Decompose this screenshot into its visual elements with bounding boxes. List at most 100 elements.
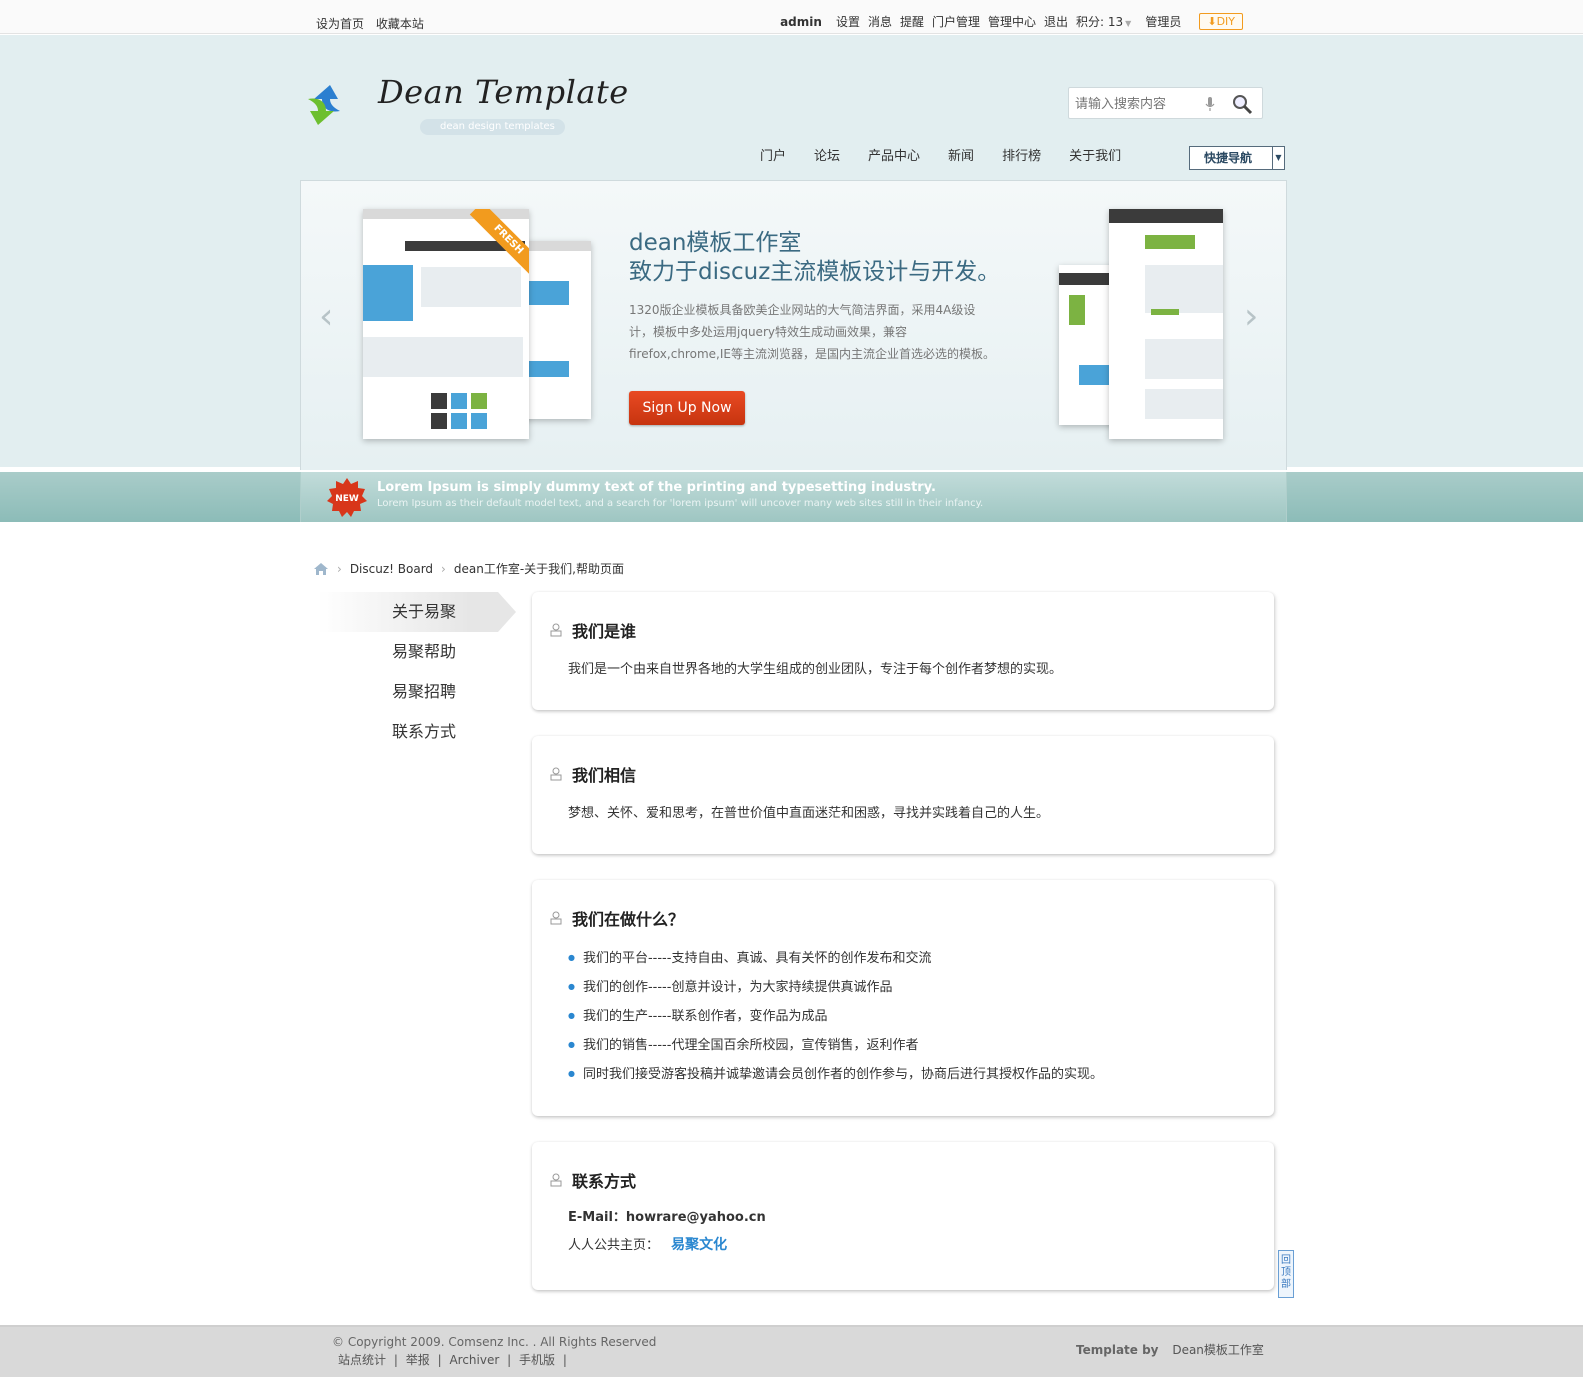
footer-separator: |: [437, 1353, 442, 1367]
search-input[interactable]: [1075, 94, 1195, 114]
section-text: 梦想、关怀、爱和思考，在普世价值中直面迷茫和困惑，寻找并实践着自己的人生。: [568, 806, 1050, 821]
quick-nav-button[interactable]: 快捷导航 ▼: [1189, 146, 1285, 170]
section-header: 我们是谁: [550, 618, 636, 642]
home-icon[interactable]: [313, 562, 329, 576]
footer-credit: Template by Dean模板工作室: [1076, 1341, 1264, 1358]
nav-portal[interactable]: 门户: [760, 145, 786, 164]
slide-title-line1: dean模板工作室: [629, 230, 802, 256]
bookmark-link[interactable]: 收藏本站: [376, 17, 424, 31]
footer-separator: |: [507, 1353, 512, 1367]
top-bar-left: 设为首页 收藏本站: [316, 15, 432, 32]
hero-slider: ‹ › FRESH dean模板工作室 致力于discuz主流模板设计与开发。 …: [300, 180, 1287, 470]
menu-item-help[interactable]: 易聚帮助: [318, 632, 498, 672]
nav-forum[interactable]: 论坛: [814, 145, 840, 164]
sign-up-button[interactable]: Sign Up Now: [629, 391, 745, 425]
breadcrumb-board-link[interactable]: Discuz! Board: [350, 562, 433, 576]
doing-list: 我们的平台-----支持自由、真诚、具有关怀的创作发布和交流 我们的创作----…: [568, 944, 1103, 1089]
logo-subtitle: dean design templates: [420, 119, 565, 135]
slide-description: 1320版企业模板具备欧美企业网站的大气简洁界面，采用4A级设计，模板中多处运用…: [629, 303, 995, 361]
username-link[interactable]: admin: [780, 15, 822, 29]
menu-item-about[interactable]: 关于易聚: [318, 592, 516, 632]
user-icon: [550, 767, 562, 781]
footer-link-report[interactable]: 举报: [406, 1353, 430, 1367]
footer-separator: |: [562, 1353, 567, 1367]
section-title: 我们相信: [572, 766, 637, 785]
messages-link[interactable]: 消息: [868, 13, 892, 30]
settings-link[interactable]: 设置: [836, 13, 860, 30]
logo-arrows-icon[interactable]: [300, 81, 348, 129]
user-group-link[interactable]: 管理员: [1145, 13, 1181, 30]
news-headline[interactable]: Lorem Ipsum is simply dummy text of the …: [377, 480, 936, 495]
logo-text[interactable]: Dean Template: [378, 73, 629, 111]
slide-title: dean模板工作室 致力于discuz主流模板设计与开发。: [629, 229, 1000, 287]
top-bar: 设为首页 收藏本站 admin 设置 消息 提醒 门户管理 管理中心 退出 积分…: [0, 0, 1583, 34]
footer-separator: |: [393, 1353, 398, 1367]
section-header: 我们相信: [550, 762, 636, 786]
user-icon: [550, 911, 562, 925]
portal-admin-link[interactable]: 门户管理: [932, 13, 980, 30]
nav-news[interactable]: 新闻: [948, 145, 974, 164]
footer-link-stats[interactable]: 站点统计: [338, 1353, 386, 1367]
left-menu: 关于易聚 易聚帮助 易聚招聘 联系方式: [318, 592, 516, 752]
breadcrumb-separator-icon: ›: [441, 561, 446, 576]
template-preview-front-left: FRESH: [363, 209, 529, 439]
user-icon: [550, 623, 562, 637]
footer-links: 站点统计 | 举报 | Archiver | 手机版 |: [338, 1351, 571, 1368]
news-band-inner: NEW Lorem Ipsum is simply dummy text of …: [300, 472, 1287, 522]
list-item: 我们的平台-----支持自由、真诚、具有关怀的创作发布和交流: [568, 944, 1103, 973]
section-title: 联系方式: [572, 1172, 637, 1191]
main-nav: 门户 论坛 产品中心 新闻 排行榜 关于我们: [760, 145, 1149, 164]
slide-title-line2: 致力于discuz主流模板设计与开发。: [629, 259, 1001, 285]
notifications-link[interactable]: 提醒: [900, 13, 924, 30]
menu-item-contact[interactable]: 联系方式: [318, 712, 498, 752]
section-title: 我们是谁: [572, 622, 637, 641]
section-text: 我们是一个由来自世界各地的大学生组成的创业团队，专注于每个创作者梦想的实现。: [568, 662, 1063, 677]
search-box: [1068, 87, 1263, 119]
set-homepage-link[interactable]: 设为首页: [316, 17, 364, 31]
footer: © Copyright 2009. Comsenz Inc. . All Rig…: [0, 1325, 1583, 1377]
section-header: 联系方式: [550, 1168, 636, 1192]
logout-link[interactable]: 退出: [1044, 13, 1068, 30]
nav-about[interactable]: 关于我们: [1069, 145, 1121, 164]
back-to-top-button[interactable]: 回顶部: [1278, 1250, 1294, 1298]
user-bar: admin 设置 消息 提醒 门户管理 管理中心 退出 积分: 13 ▼ 管理员 …: [780, 13, 1243, 30]
slider-next-arrow-icon[interactable]: ›: [1244, 299, 1268, 335]
nav-products[interactable]: 产品中心: [868, 145, 920, 164]
diy-button[interactable]: ⬇DIY: [1199, 13, 1243, 30]
footer-copyright: © Copyright 2009. Comsenz Inc. . All Rig…: [332, 1335, 657, 1349]
contact-home-label: 人人公共主页：: [568, 1238, 660, 1253]
footer-link-mobile[interactable]: 手机版: [519, 1353, 555, 1367]
caret-down-icon[interactable]: ▼: [1272, 147, 1284, 169]
section-contact: 联系方式 E-Mail：howrare@yahoo.cn 人人公共主页： 易聚文…: [532, 1142, 1274, 1290]
section-believe: 我们相信 梦想、关怀、爱和思考，在普世价值中直面迷茫和困惑，寻找并实践着自己的人…: [532, 736, 1274, 854]
new-badge-icon: NEW: [327, 478, 367, 517]
contact-home-link[interactable]: 易聚文化: [671, 1237, 727, 1253]
list-item: 我们的销售-----代理全国百余所校园，宣传销售，返利作者: [568, 1031, 1103, 1060]
credits-text: 积分: 13: [1076, 15, 1124, 29]
menu-item-jobs[interactable]: 易聚招聘: [318, 672, 498, 712]
search-icon[interactable]: [1231, 93, 1253, 115]
diy-label: DIY: [1216, 15, 1235, 28]
slider-prev-arrow-icon[interactable]: ‹: [319, 299, 343, 335]
user-icon: [550, 1173, 562, 1187]
list-item: 我们的创作-----创意并设计，为大家持续提供真诚作品: [568, 973, 1103, 1002]
section-title: 我们在做什么？: [572, 910, 685, 929]
download-arrow-icon: ⬇: [1207, 15, 1217, 28]
section-header: 我们在做什么？: [550, 906, 684, 930]
microphone-icon[interactable]: [1205, 96, 1215, 112]
quick-nav-label: 快捷导航: [1204, 151, 1253, 165]
list-item: 同时我们接受游客投稿并诚挚邀请会员创作者的创作参与，协商后进行其授权作品的实现。: [568, 1060, 1103, 1089]
contact-home-row: 人人公共主页： 易聚文化: [568, 1234, 727, 1254]
credits-dropdown[interactable]: 积分: 13 ▼: [1076, 13, 1131, 30]
list-item: 我们的生产-----联系创作者，变作品为成品: [568, 1002, 1103, 1031]
nav-ranking[interactable]: 排行榜: [1002, 145, 1041, 164]
news-band: NEW Lorem Ipsum is simply dummy text of …: [0, 472, 1583, 522]
footer-studio-link[interactable]: Dean模板工作室: [1172, 1343, 1264, 1357]
new-badge-text: NEW: [335, 494, 359, 504]
breadcrumb-separator-icon: ›: [337, 561, 342, 576]
footer-template-by: Template by: [1076, 1343, 1159, 1357]
chevron-down-icon: ▼: [1125, 19, 1132, 28]
contact-email-link[interactable]: E-Mail：howrare@yahoo.cn: [568, 1206, 766, 1225]
footer-link-archiver[interactable]: Archiver: [449, 1353, 499, 1367]
admin-center-link[interactable]: 管理中心: [988, 13, 1036, 30]
